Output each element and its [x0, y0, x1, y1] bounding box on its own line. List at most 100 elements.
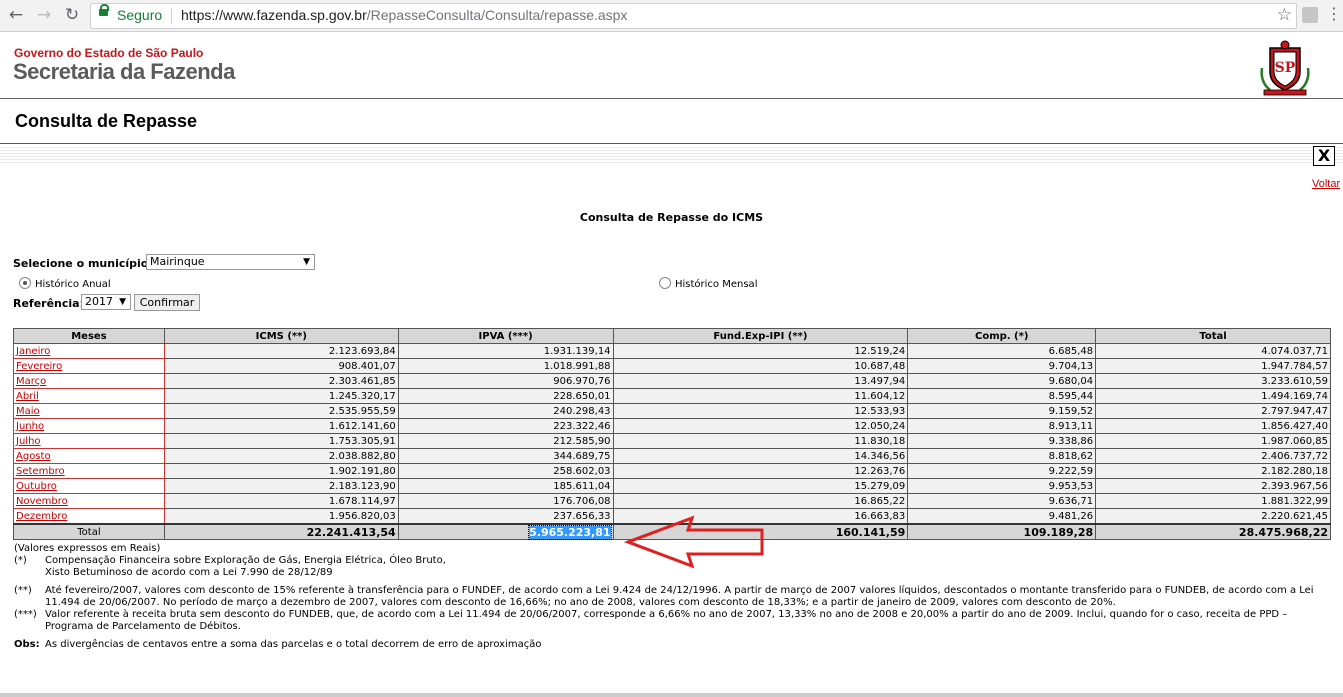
month-link[interactable]: Julho	[16, 436, 41, 447]
month-cell: Outubro	[13, 478, 165, 494]
total-cell: 2.393.967,56	[1095, 478, 1331, 494]
ipva-cell: 906.970,76	[397, 373, 614, 389]
ipi-cell: 12.263,76	[612, 463, 909, 479]
ipi-cell: 12.519,24	[612, 343, 909, 359]
month-link[interactable]: Maio	[16, 406, 40, 417]
dropdown-arrow-icon: ▼	[119, 297, 126, 307]
historico-anual-label: Histórico Anual	[35, 279, 111, 290]
icms-cell: 1.245.320,17	[163, 388, 399, 404]
bookmark-star-icon[interactable]: ☆	[1277, 5, 1292, 25]
total-cell: 2.797.947,47	[1095, 403, 1331, 419]
reload-icon[interactable]: ↻	[62, 5, 82, 25]
ipva-cell: 344.689,75	[397, 448, 614, 464]
total-cell: 2.182.280,18	[1095, 463, 1331, 479]
comp-cell: 9.953,53	[907, 478, 1097, 494]
url-text[interactable]: https://www.fazenda.sp.gov.br/RepasseCon…	[181, 7, 627, 23]
total-cell: 2.406.737,72	[1095, 448, 1331, 464]
values-note: (Valores expressos em Reais)	[14, 543, 161, 554]
total-cell: 3.233.610,59	[1095, 373, 1331, 389]
icms-cell: 2.038.882,80	[163, 448, 399, 464]
voltar-link[interactable]: Voltar	[1312, 178, 1340, 190]
note-text: Compensação Financeira sobre Exploração …	[45, 555, 446, 566]
ipva-cell: 212.585,90	[397, 433, 614, 449]
month-cell: Agosto	[13, 448, 165, 464]
month-link[interactable]: Fevereiro	[16, 361, 62, 372]
historico-mensal-radio[interactable]	[659, 277, 671, 289]
lock-icon	[99, 4, 109, 16]
month-cell: Julho	[13, 433, 165, 449]
url-path: /RepasseConsulta/Consulta/repasse.aspx	[366, 7, 628, 23]
comp-cell: 9.704,13	[907, 358, 1097, 374]
ipva-cell: 237.656,33	[397, 508, 614, 525]
ipva-cell: 223.322,46	[397, 418, 614, 434]
note-key: (*)	[14, 555, 27, 566]
column-header: Fund.Exp-IPI (**)	[612, 328, 909, 344]
footnotes: (Valores expressos em Reais) (*) Compens…	[14, 543, 1334, 651]
ipi-cell: 15.279,09	[612, 478, 909, 494]
url-host: https://www.fazenda.sp.gov.br	[181, 7, 367, 23]
month-link[interactable]: Novembro	[16, 496, 68, 507]
historico-anual-radio[interactable]	[19, 277, 31, 289]
ipva-cell: 258.602,03	[397, 463, 614, 479]
month-link[interactable]: Outubro	[16, 481, 57, 492]
month-link[interactable]: Junho	[16, 421, 44, 432]
site-header: Governo do Estado de São Paulo Secretari…	[0, 32, 1343, 99]
ipva-cell: 1.018.991,88	[397, 358, 614, 374]
icms-cell: 2.123.693,84	[163, 343, 399, 359]
table-header-row: Meses ICMS (**) IPVA (***) Fund.Exp-IPI …	[13, 328, 1331, 344]
month-cell: Março	[13, 373, 165, 389]
total-ipva-selected[interactable]: 5.965.223,81	[528, 524, 612, 540]
icms-cell: 2.183.123,90	[163, 478, 399, 494]
historico-mensal-label: Histórico Mensal	[675, 279, 758, 290]
dropdown-arrow-icon: ▼	[303, 257, 310, 267]
note-obs: Obs: As divergências de centavos entre a…	[14, 639, 1334, 651]
month-cell: Abril	[13, 388, 165, 404]
ipva-cell: 1.931.139,14	[397, 343, 614, 359]
municipio-select[interactable]: Mairinque ▼	[146, 254, 315, 270]
note-fundef: (**) Até fevereiro/2007, valores com des…	[14, 585, 1334, 609]
referencia-select[interactable]: 2017 ▼	[81, 294, 131, 310]
icms-cell: 1.956.820,03	[163, 508, 399, 525]
icms-cell: 2.303.461,85	[163, 373, 399, 389]
browser-menu-icon[interactable]: ⋮	[1326, 4, 1342, 23]
month-link[interactable]: Dezembro	[16, 511, 67, 522]
month-link[interactable]: Abril	[16, 391, 39, 402]
ipi-cell: 14.346,56	[612, 448, 909, 464]
section-title: Consulta de Repasse do ICMS	[579, 211, 764, 224]
browser-toolbar: ← → ↻ Seguro https://www.fazenda.sp.gov.…	[0, 0, 1343, 32]
comp-cell: 8.595,44	[907, 388, 1097, 404]
confirmar-button[interactable]: Confirmar	[134, 294, 200, 311]
table-row: Maio 2.535.955,59 240.298,43 12.533,93 9.159…	[13, 403, 1331, 419]
comp-cell: 9.338,86	[907, 433, 1097, 449]
table-row: Fevereiro 908.401,07 1.018.991,88 10.687,48…	[13, 358, 1331, 374]
extension-icon[interactable]	[1302, 7, 1318, 23]
ipva-cell: 228.650,01	[397, 388, 614, 404]
back-icon[interactable]: ←	[6, 5, 26, 25]
sao-paulo-seal-icon: SP	[1260, 40, 1310, 96]
month-cell: Fevereiro	[13, 358, 165, 374]
month-cell: Novembro	[13, 493, 165, 509]
month-link[interactable]: Março	[16, 376, 46, 387]
decorative-stripe	[0, 147, 1343, 165]
forward-icon[interactable]: →	[34, 5, 54, 25]
month-link[interactable]: Setembro	[16, 466, 65, 477]
comp-cell: 8.913,11	[907, 418, 1097, 434]
column-header: Comp. (*)	[907, 328, 1097, 344]
comp-cell: 6.685,48	[907, 343, 1097, 359]
month-cell: Maio	[13, 403, 165, 419]
close-button[interactable]: X	[1313, 146, 1335, 166]
month-link[interactable]: Janeiro	[16, 346, 50, 357]
icms-cell: 1.753.305,91	[163, 433, 399, 449]
bottom-border	[0, 693, 1343, 697]
ipi-cell: 11.604,12	[612, 388, 909, 404]
month-link[interactable]: Agosto	[16, 451, 51, 462]
address-bar[interactable]: Seguro https://www.fazenda.sp.gov.br/Rep…	[90, 3, 1297, 29]
ipva-cell: 176.706,08	[397, 493, 614, 509]
total-cell: 1.987.060,85	[1095, 433, 1331, 449]
referencia-selected-value: 2017	[85, 295, 113, 308]
note-compensacao: (*) Compensação Financeira sobre Explora…	[14, 555, 1334, 579]
icms-cell: 1.902.191,80	[163, 463, 399, 479]
total-ipva-cell: 5.965.223,81	[397, 523, 614, 540]
page-title: Consulta de Repasse	[15, 111, 198, 131]
icms-cell: 1.678.114,97	[163, 493, 399, 509]
